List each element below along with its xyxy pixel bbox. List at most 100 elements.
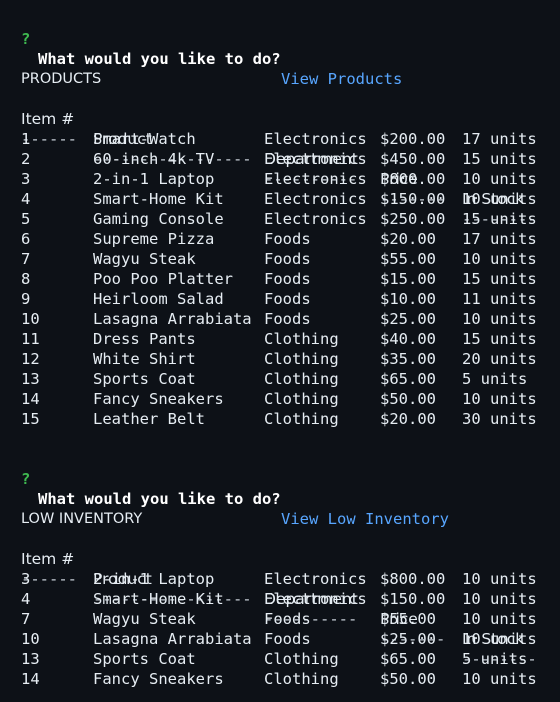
- prompt-question: What would you like to do?: [38, 50, 281, 68]
- cell-stock: 5 units: [462, 650, 528, 668]
- cell-product: 2-in-1 Laptop: [93, 170, 215, 188]
- prompt-question: What would you like to do?: [38, 490, 281, 508]
- cell-product: Dress Pants: [93, 330, 196, 348]
- cell-stock: 15 units: [462, 330, 537, 348]
- cell-item: 2: [21, 150, 31, 168]
- cell-product: Lasagna Arrabiata: [93, 310, 252, 328]
- cell-product: Leather Belt: [93, 410, 205, 428]
- cell-product: 60-inch 4k TV: [93, 150, 215, 168]
- cell-department: Foods: [264, 610, 311, 628]
- cell-stock: 10 units: [462, 170, 537, 188]
- cell-product: Smart-Home Kit: [93, 590, 224, 608]
- cell-price: $65.00: [380, 370, 436, 388]
- table-rule: ----------------------------------------…: [0, 71, 534, 91]
- cell-stock: 10 units: [462, 630, 537, 648]
- cell-department: Clothing: [264, 330, 339, 348]
- cell-stock: 10 units: [462, 190, 537, 208]
- table-header: Item # Product Department Price In Stock: [0, 89, 524, 208]
- cell-product: Gaming Console: [93, 210, 224, 228]
- cell-price: $50.00: [380, 390, 436, 408]
- cell-item: 14: [21, 670, 40, 688]
- cell-price: $10.00: [380, 290, 436, 308]
- cell-price: $55.00: [380, 610, 436, 628]
- cell-price: $35.00: [380, 350, 436, 368]
- table-header: Item # Product Department Price In Stock: [0, 529, 524, 648]
- cell-stock: 10 units: [462, 590, 537, 608]
- cell-stock: 20 units: [462, 350, 537, 368]
- cell-stock: 11 units: [462, 290, 537, 308]
- header-underline: ------ ----------------- ---------- ----…: [0, 109, 537, 228]
- cell-product: Smart-Watch: [93, 130, 196, 148]
- cell-price: $40.00: [380, 330, 436, 348]
- cell-stock: 15 units: [462, 150, 537, 168]
- cell-item: 7: [21, 610, 31, 628]
- cell-product: Sports Coat: [93, 370, 196, 388]
- cell-stock: 15 units: [462, 270, 537, 288]
- cell-department: Foods: [264, 230, 311, 248]
- cell-department: Electronics: [264, 570, 367, 588]
- cell-product: Wagyu Steak: [93, 610, 196, 628]
- cell-stock: 30 units: [462, 410, 537, 428]
- cell-item: 14: [21, 390, 40, 408]
- cell-item: 4: [21, 190, 31, 208]
- cell-department: Clothing: [264, 350, 339, 368]
- cell-product: Fancy Sneakers: [93, 670, 224, 688]
- cell-price: $250.00: [380, 210, 446, 228]
- cell-department: Foods: [264, 310, 311, 328]
- prompt-question-mark: ?: [21, 470, 31, 488]
- cell-item: 12: [21, 350, 40, 368]
- cell-department: Electronics: [264, 590, 367, 608]
- cell-stock: 15 units: [462, 210, 537, 228]
- cell-price: $15.00: [380, 270, 436, 288]
- cell-item: 5: [21, 210, 31, 228]
- cell-department: Electronics: [264, 150, 367, 168]
- cell-stock: 17 units: [462, 230, 537, 248]
- cell-item: 15: [21, 410, 40, 428]
- cell-item: 8: [21, 270, 31, 288]
- cell-product: White Shirt: [93, 350, 196, 368]
- table-rule: ----------------------------------------…: [0, 511, 534, 531]
- cell-item: 3: [21, 570, 31, 588]
- cell-department: Electronics: [264, 210, 367, 228]
- cell-department: Clothing: [264, 370, 339, 388]
- cell-price: $25.00: [380, 310, 436, 328]
- cell-department: Foods: [264, 630, 311, 648]
- cell-department: Clothing: [264, 670, 339, 688]
- cell-item: 1: [21, 130, 31, 148]
- cell-stock: 10 units: [462, 250, 537, 268]
- prompt-line: ? What would you like to do? View Produc…: [0, 9, 402, 88]
- cell-stock: 10 units: [462, 610, 537, 628]
- cell-item: 9: [21, 290, 31, 308]
- cell-stock: 10 units: [462, 390, 537, 408]
- prompt-question-mark: ?: [21, 30, 31, 48]
- cell-price: $450.00: [380, 150, 446, 168]
- cell-item: 11: [21, 330, 40, 348]
- cell-product: Sports Coat: [93, 650, 196, 668]
- cell-department: Clothing: [264, 390, 339, 408]
- cell-stock: 5 units: [462, 370, 528, 388]
- cell-item: 3: [21, 170, 31, 188]
- cell-item: 13: [21, 650, 40, 668]
- cell-price: $55.00: [380, 250, 436, 268]
- cell-item: 7: [21, 250, 31, 268]
- cell-item: 13: [21, 370, 40, 388]
- cell-product: Poo Poo Platter: [93, 270, 233, 288]
- table-title: PRODUCTS: [0, 49, 101, 87]
- cell-product: Supreme Pizza: [93, 230, 215, 248]
- cell-department: Electronics: [264, 130, 367, 148]
- cell-price: $200.00: [380, 130, 446, 148]
- cell-product: Lasagna Arrabiata: [93, 630, 252, 648]
- cell-department: Foods: [264, 290, 311, 308]
- cell-stock: 10 units: [462, 670, 537, 688]
- cell-price: $20.00: [380, 410, 436, 428]
- cell-item: 10: [21, 630, 40, 648]
- cell-department: Foods: [264, 250, 311, 268]
- cell-department: Clothing: [264, 650, 339, 668]
- cell-department: Electronics: [264, 190, 367, 208]
- cell-product: Wagyu Steak: [93, 250, 196, 268]
- cell-product: Heirloom Salad: [93, 290, 224, 308]
- cell-price: $800.00: [380, 570, 446, 588]
- cell-stock: 10 units: [462, 310, 537, 328]
- prompt-line: ? What would you like to do? View Low In…: [0, 449, 449, 528]
- cell-department: Clothing: [264, 410, 339, 428]
